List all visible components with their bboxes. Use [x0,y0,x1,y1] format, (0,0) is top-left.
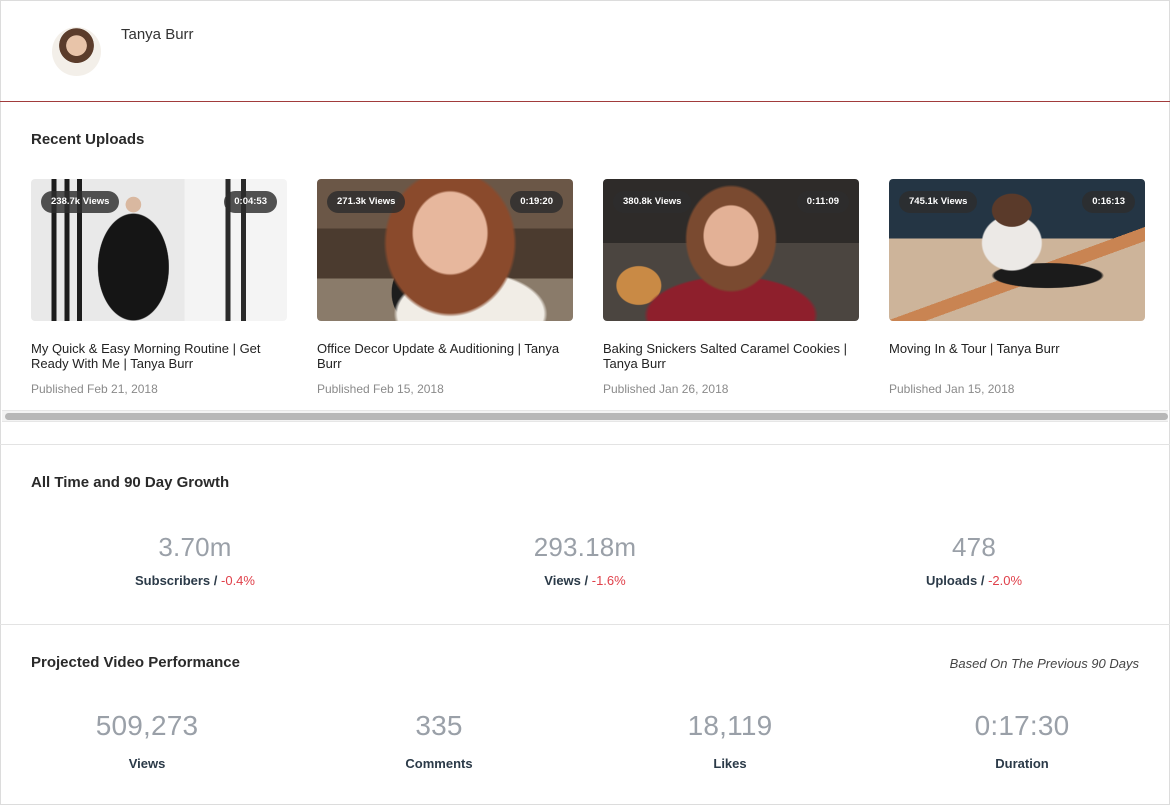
video-card[interactable]: 745.1k Views 0:16:13 Moving In & Tour | … [889,179,1145,396]
video-thumbnail[interactable]: 238.7k Views 0:04:53 [31,179,287,321]
projected-title: Projected Video Performance [31,654,240,671]
video-published-date: Published Jan 15, 2018 [889,382,1015,396]
projected-comments-stat: 335 Comments [339,710,539,771]
video-thumbnail[interactable]: 380.8k Views 0:11:09 [603,179,859,321]
stat-value: 0:17:30 [974,710,1070,741]
horizontal-scrollbar[interactable] [2,410,1168,422]
video-card[interactable]: 271.3k Views 0:19:20 Office Decor Update… [317,179,573,396]
video-published-date: Published Feb 21, 2018 [31,382,158,396]
projected-views-stat: 509,273 Views [47,710,247,771]
stat-value: 18,119 [687,710,773,741]
stat-label: Likes [713,756,747,771]
section-divider [0,624,1170,625]
page-frame [0,0,1170,805]
video-title[interactable]: Baking Snickers Salted Caramel Cookies |… [603,341,859,371]
stat-value: 478 [952,532,996,562]
video-published-date: Published Jan 26, 2018 [603,382,729,396]
subscribers-stat: 3.70m Subscribers / -0.4% [95,532,295,588]
channel-header: Tanya Burr [0,0,1170,102]
projected-duration-stat: 0:17:30 Duration [922,710,1122,771]
projected-likes-stat: 18,119 Likes [630,710,830,771]
video-title[interactable]: Office Decor Update & Auditioning | Tany… [317,341,573,371]
duration-badge: 0:11:09 [796,191,849,213]
growth-title: All Time and 90 Day Growth [31,474,230,491]
video-title[interactable]: My Quick & Easy Morning Routine | Get Re… [31,341,287,371]
video-card[interactable]: 380.8k Views 0:11:09 Baking Snickers Sal… [603,179,859,396]
video-published-date: Published Feb 15, 2018 [317,382,444,396]
projection-basis-note: Based On The Previous 90 Days [949,656,1139,671]
views-badge: 238.7k Views [41,191,120,213]
views-stat: 293.18m Views / -1.6% [485,532,685,588]
stat-value: 335 [415,710,463,741]
stat-change: -1.6% [591,573,626,588]
stat-label: Views [128,756,166,771]
stat-label: Duration [995,756,1049,771]
views-badge: 271.3k Views [327,191,406,213]
section-divider [0,444,1170,445]
stat-change: -2.0% [988,573,1023,588]
duration-badge: 0:04:53 [224,191,277,213]
video-thumbnail[interactable]: 745.1k Views 0:16:13 [889,179,1145,321]
video-thumbnail[interactable]: 271.3k Views 0:19:20 [317,179,573,321]
avatar[interactable] [52,27,101,76]
duration-badge: 0:19:20 [510,191,563,213]
duration-badge: 0:16:13 [1082,191,1135,213]
stat-label: Comments [405,756,473,771]
views-badge: 745.1k Views [899,191,978,213]
stat-value: 293.18m [533,532,637,562]
stat-value: 509,273 [95,710,199,741]
uploads-stat: 478 Uploads / -2.0% [874,532,1074,588]
recent-uploads-title: Recent Uploads [31,131,145,148]
scrollbar-thumb[interactable] [5,413,1168,420]
channel-name[interactable]: Tanya Burr [121,26,194,43]
video-title[interactable]: Moving In & Tour | Tanya Burr [889,341,1145,371]
views-badge: 380.8k Views [613,191,692,213]
video-card[interactable]: 238.7k Views 0:04:53 My Quick & Easy Mor… [31,179,287,396]
stat-value: 3.70m [158,532,232,562]
stat-label: Views / -1.6% [544,573,626,588]
stat-label: Uploads / -2.0% [925,573,1023,588]
stat-change: -0.4% [221,573,255,588]
stat-label: Subscribers / -0.4% [135,573,255,588]
